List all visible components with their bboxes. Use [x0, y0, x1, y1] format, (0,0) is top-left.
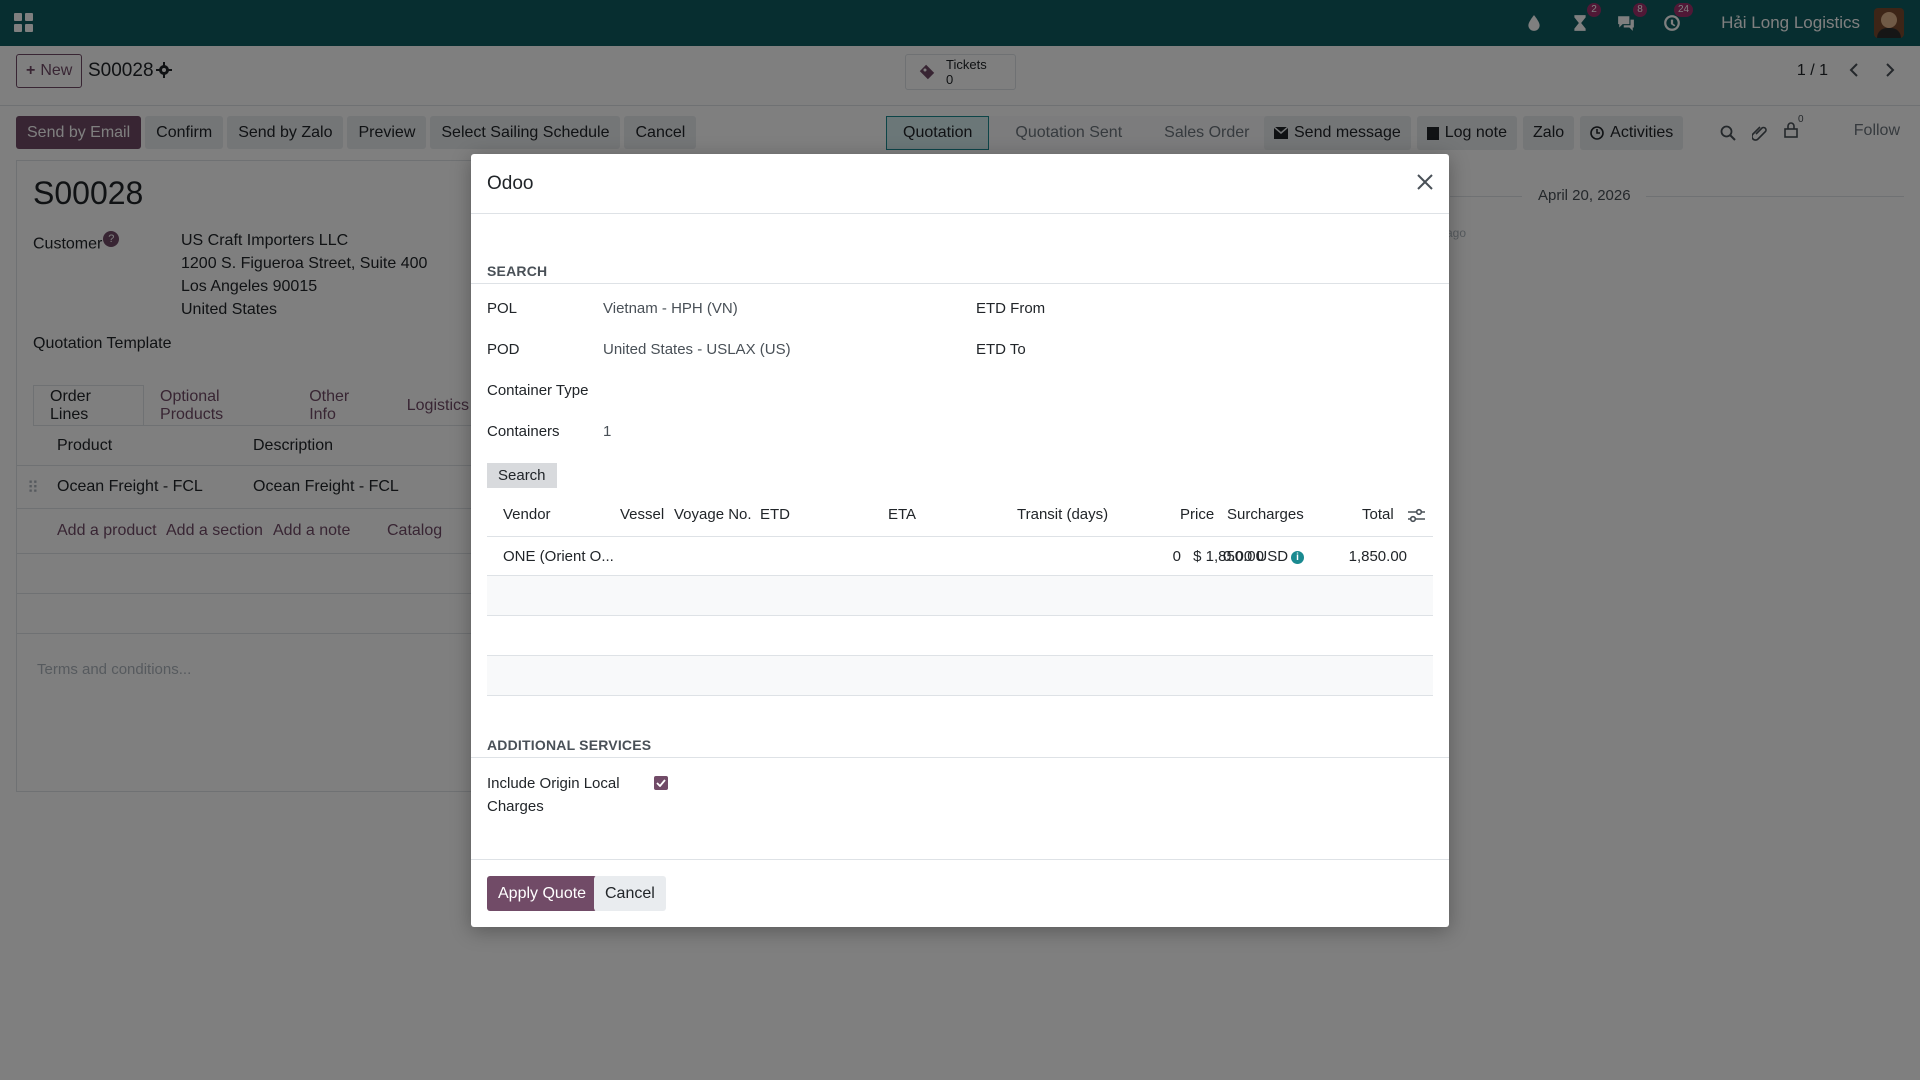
column-eta[interactable]: ETA	[888, 506, 916, 523]
info-icon[interactable]: i	[1291, 550, 1305, 564]
column-price[interactable]: Price	[1180, 506, 1214, 523]
check-icon	[656, 779, 666, 787]
row-divider	[487, 695, 1433, 696]
cancel-button[interactable]: Cancel	[594, 876, 666, 911]
modal-title: Odoo	[487, 173, 534, 194]
row-total: 1,850.00	[1348, 548, 1407, 565]
etd-from-field[interactable]	[1091, 294, 1431, 322]
modal-header: Odoo	[471, 154, 1449, 214]
pol-field[interactable]: Vietnam - HPH (VN)	[603, 300, 738, 317]
containers-label: Containers	[487, 423, 560, 440]
row-surcharges: 0.00 USD i	[1223, 548, 1305, 565]
column-voyage[interactable]: Voyage No.	[674, 506, 752, 523]
column-transit[interactable]: Transit (days)	[1017, 506, 1108, 523]
empty-row	[487, 655, 1433, 695]
section-divider	[471, 283, 1449, 284]
column-etd[interactable]: ETD	[760, 506, 790, 523]
modal-footer-divider	[471, 859, 1449, 860]
column-settings-icon[interactable]	[1408, 508, 1425, 523]
section-divider	[471, 757, 1449, 758]
include-origin-checkbox[interactable]	[654, 776, 668, 790]
row-divider	[487, 615, 1433, 616]
additional-services-title: ADDITIONAL SERVICES	[487, 737, 652, 753]
apply-quote-button[interactable]: Apply Quote	[487, 876, 598, 911]
close-icon[interactable]	[1413, 170, 1437, 194]
row-vendor[interactable]: ONE (Orient O...	[503, 548, 614, 565]
pod-label: POD	[487, 341, 520, 358]
include-origin-label: Include Origin Local Charges	[487, 775, 620, 815]
etd-to-field[interactable]	[1091, 335, 1431, 363]
etd-from-label: ETD From	[976, 300, 1046, 317]
column-vendor[interactable]: Vendor	[503, 506, 551, 523]
column-vessel[interactable]: Vessel	[620, 506, 664, 523]
search-button[interactable]: Search	[487, 463, 557, 488]
sailing-schedule-dialog: Odoo SEARCH POL Vietnam - HPH (VN) ETD F…	[471, 154, 1449, 927]
container-type-label: Container Type	[487, 382, 589, 399]
etd-to-label: ETD To	[976, 341, 1026, 358]
column-total[interactable]: Total	[1362, 506, 1394, 523]
pol-label: POL	[487, 300, 518, 317]
search-section-title: SEARCH	[487, 263, 548, 279]
container-type-field[interactable]	[603, 376, 943, 404]
empty-row	[487, 575, 1433, 615]
pod-field[interactable]: United States - USLAX (US)	[603, 341, 791, 358]
column-surcharges[interactable]: Surcharges	[1227, 506, 1304, 523]
table-header-divider	[487, 536, 1433, 537]
containers-field[interactable]: 1	[603, 423, 611, 440]
